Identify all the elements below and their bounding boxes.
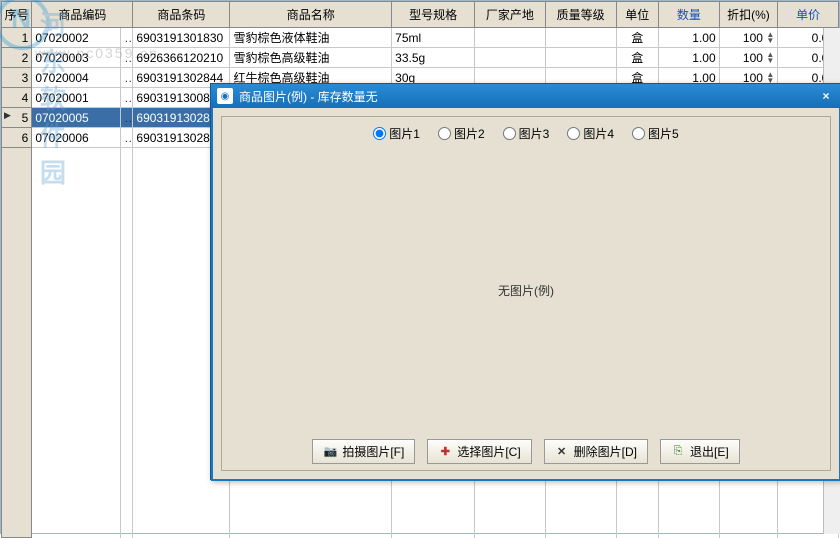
col-unit[interactable]: 单位	[616, 2, 658, 28]
image-tabs: 图片1 图片2 图片3 图片4 图片5	[222, 117, 830, 150]
col-grade[interactable]: 质量等级	[545, 2, 616, 28]
close-icon[interactable]: ×	[817, 88, 835, 104]
col-origin[interactable]: 厂家产地	[475, 2, 546, 28]
radio-image3[interactable]: 图片3	[503, 125, 550, 142]
spinner-icon[interactable]	[766, 52, 774, 64]
capture-button[interactable]: 📷拍摄图片[F]	[312, 439, 415, 464]
spinner-icon[interactable]	[766, 32, 774, 44]
col-qty[interactable]: 数量	[659, 2, 720, 28]
col-discount[interactable]: 折扣(%)	[719, 2, 778, 28]
dialog-titlebar[interactable]: ◉ 商品图片(例) - 库存数量无 ×	[211, 84, 840, 108]
image-dialog: ◉ 商品图片(例) - 库存数量无 × 图片1 图片2 图片3 图片4 图片5 …	[210, 83, 840, 480]
col-code[interactable]: 商品编码	[32, 2, 133, 28]
select-button[interactable]: ✚选择图片[C]	[427, 439, 531, 464]
radio-image1[interactable]: 图片1	[373, 125, 420, 142]
exit-icon: ⎘	[671, 445, 685, 459]
app-icon: ◉	[217, 88, 233, 104]
exit-button[interactable]: ⎘退出[E]	[660, 439, 740, 464]
col-spec[interactable]: 型号规格	[392, 2, 475, 28]
delete-icon: ✕	[555, 445, 569, 459]
radio-image2[interactable]: 图片2	[438, 125, 485, 142]
col-name[interactable]: 商品名称	[230, 2, 392, 28]
no-image-label: 无图片(例)	[498, 282, 554, 299]
col-seq[interactable]: 序号	[2, 2, 32, 28]
radio-image5[interactable]: 图片5	[632, 125, 679, 142]
delete-button[interactable]: ✕删除图片[D]	[544, 439, 648, 464]
col-barcode[interactable]: 商品条码	[133, 2, 230, 28]
camera-icon: 📷	[323, 445, 337, 459]
table-row[interactable]: 107020002…6903191301830雪豹棕色液体鞋油75ml盒1.00…	[2, 28, 839, 48]
dialog-title: 商品图片(例) - 库存数量无	[239, 88, 817, 105]
radio-image4[interactable]: 图片4	[567, 125, 614, 142]
plus-icon: ✚	[438, 445, 452, 459]
table-row[interactable]: 207020003…6926366120210雪豹棕色高级鞋油33.5g盒1.0…	[2, 48, 839, 68]
image-preview: 无图片(例)	[230, 151, 822, 430]
col-price[interactable]: 单价	[778, 2, 839, 28]
